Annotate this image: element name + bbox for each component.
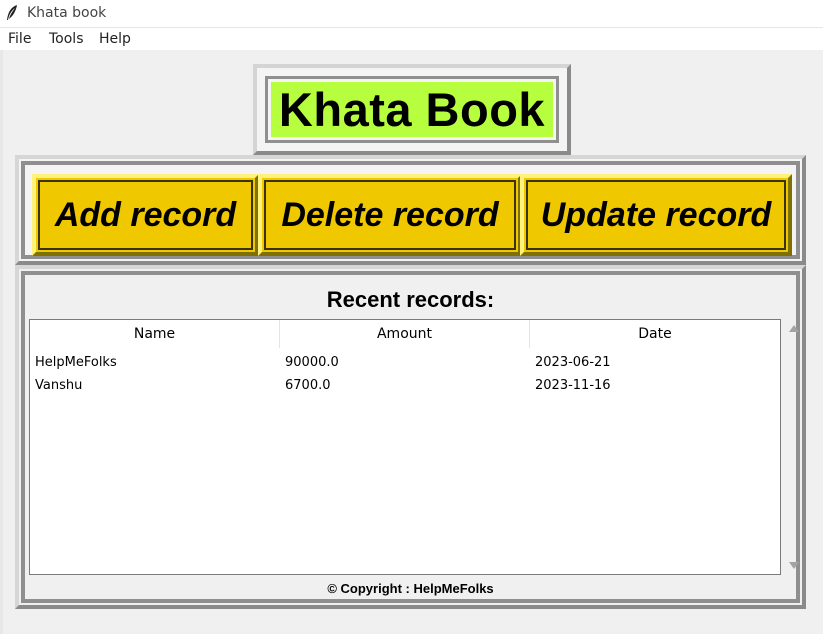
- title-frame: Khata Book: [253, 64, 571, 155]
- menu-tools[interactable]: Tools: [49, 31, 84, 47]
- window-titlebar: Khata book: [0, 0, 823, 28]
- records-inner-frame: Recent records: Name Amount Date HelpMeF…: [21, 271, 800, 603]
- column-header-date[interactable]: Date: [530, 320, 780, 348]
- records-heading: Recent records:: [326, 287, 495, 312]
- vertical-scrollbar[interactable]: [785, 319, 803, 575]
- table-header: Name Amount Date: [30, 320, 780, 348]
- menu-bar: File Tools Help: [0, 28, 823, 50]
- feather-icon: [7, 5, 17, 20]
- title-inner-frame: Khata Book: [265, 76, 559, 143]
- add-record-button[interactable]: Add record: [32, 174, 259, 256]
- menu-help[interactable]: Help: [99, 31, 131, 47]
- records-table[interactable]: Name Amount Date HelpMeFolks 90000.0 202…: [29, 319, 781, 575]
- cell-name: Vanshu: [35, 378, 83, 393]
- left-edge: [0, 50, 3, 634]
- actions-frame: Add record Delete record Update record: [15, 155, 806, 265]
- cell-date: 2023-11-16: [535, 378, 611, 393]
- table-row[interactable]: HelpMeFolks 90000.0 2023-06-21: [30, 351, 780, 374]
- cell-date: 2023-06-21: [535, 355, 611, 370]
- page-title: Khata Book: [271, 82, 553, 137]
- copyright-text: © Copyright : HelpMeFolks: [327, 581, 494, 596]
- scroll-up-arrow-icon[interactable]: [789, 325, 799, 332]
- delete-record-label: Delete record: [281, 195, 499, 234]
- column-header-amount[interactable]: Amount: [280, 320, 530, 348]
- window-title: Khata book: [27, 5, 107, 21]
- cell-name: HelpMeFolks: [35, 355, 117, 370]
- cell-amount: 90000.0: [285, 355, 339, 370]
- table-row[interactable]: Vanshu 6700.0 2023-11-16: [30, 374, 780, 397]
- scroll-down-arrow-icon[interactable]: [789, 562, 799, 569]
- records-frame: Recent records: Name Amount Date HelpMeF…: [15, 265, 806, 609]
- menu-file[interactable]: File: [8, 31, 31, 47]
- update-record-label: Update record: [540, 195, 772, 234]
- update-record-button[interactable]: Update record: [520, 174, 792, 256]
- actions-inner-frame: Add record Delete record Update record: [21, 161, 800, 259]
- delete-record-button[interactable]: Delete record: [258, 174, 522, 256]
- add-record-label: Add record: [54, 195, 237, 234]
- cell-amount: 6700.0: [285, 378, 331, 393]
- column-header-name[interactable]: Name: [30, 320, 280, 348]
